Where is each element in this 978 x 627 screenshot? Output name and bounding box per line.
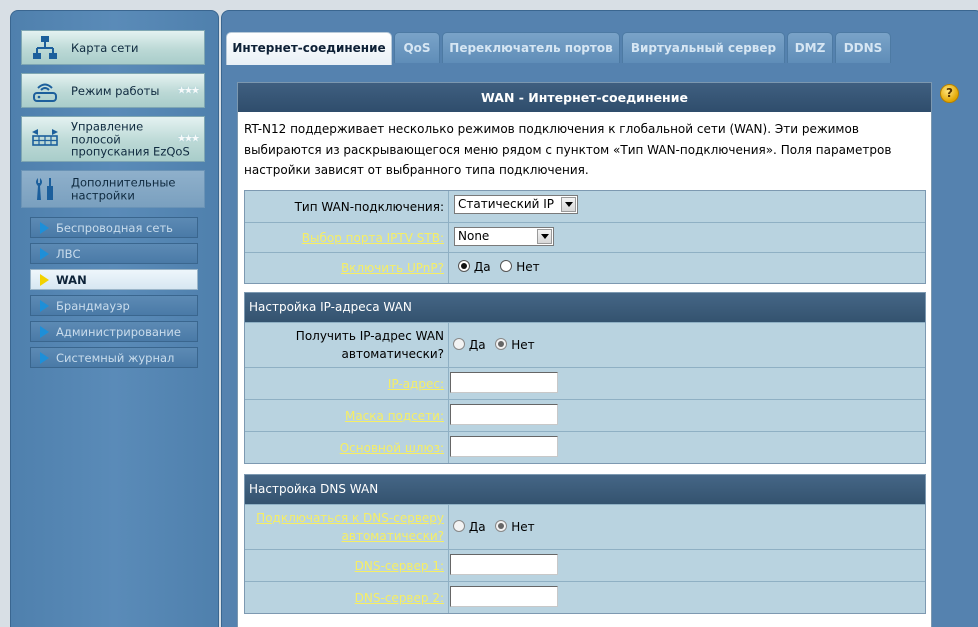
iptv-port-value: None <box>458 229 490 243</box>
dns-auto-label[interactable]: Подключаться к DNS-серверу автоматически? <box>245 505 449 549</box>
submenu-item-administration[interactable]: Администрирование <box>30 321 198 342</box>
menu-item-advanced-settings[interactable]: Дополнительные настройки <box>21 170 205 208</box>
subnet-mask-input[interactable] <box>450 404 558 425</box>
bandwidth-icon <box>32 129 58 146</box>
dns-auto-no-radio[interactable] <box>495 520 508 532</box>
dns1-input[interactable] <box>450 554 558 575</box>
upnp-no-radio[interactable] <box>500 260 513 272</box>
dns2-row: DNS-сервер 2: <box>245 581 925 613</box>
dns1-label[interactable]: DNS-сервер 1: <box>245 550 449 581</box>
radio-label: Да <box>473 260 491 274</box>
radio-label: Да <box>468 338 486 352</box>
menu-item-ezqos[interactable]: Управление полосой пропускания EzQoS ★★★ <box>21 116 205 162</box>
radio-label: Нет <box>511 338 535 352</box>
wan-type-select[interactable]: Статический IP <box>454 195 578 214</box>
tools-icon <box>36 178 53 200</box>
arrow-right-icon <box>40 352 49 364</box>
wan-type-row: Тип WAN-подключения: Статический IP <box>245 191 925 222</box>
wan-ip-settings-table: Настройка IP-адреса WAN Получить IP-адре… <box>244 292 926 464</box>
submenu-label: ЛВС <box>56 247 81 261</box>
submenu-label: Системный журнал <box>56 351 175 365</box>
dns2-label[interactable]: DNS-сервер 2: <box>245 582 449 613</box>
ip-address-label[interactable]: IP-адрес: <box>245 368 449 399</box>
dns-section-header: Настройка DNS WAN <box>245 475 925 504</box>
general-settings-table: Тип WAN-подключения: Статический IP Выбо… <box>244 190 926 284</box>
radio-label: Нет <box>511 520 535 534</box>
submenu-label: WAN <box>56 273 87 287</box>
arrow-right-icon <box>40 274 49 286</box>
arrow-right-icon <box>40 326 49 338</box>
menu-item-label: Дополнительные настройки <box>71 175 176 202</box>
gateway-input[interactable] <box>450 436 558 457</box>
wan-ip-auto-label: Получить IP-адрес WAN автоматически? <box>245 323 449 367</box>
submenu-item-lan[interactable]: ЛВС <box>30 243 198 264</box>
router-icon <box>33 83 57 102</box>
menu-item-operation-mode[interactable]: Режим работы ★★★ <box>21 73 205 108</box>
submenu-item-system-log[interactable]: Системный журнал <box>30 347 198 368</box>
ip-address-row: IP-адрес: <box>245 367 925 399</box>
menu-item-label: Карта сети <box>71 40 139 55</box>
radio-label: Да <box>468 520 486 534</box>
submenu-label: Администрирование <box>56 325 181 339</box>
wan-ip-section-header: Настройка IP-адреса WAN <box>245 293 925 322</box>
subnet-mask-label[interactable]: Маска подсети: <box>245 400 449 431</box>
router-admin-page: Карта сети Режим работы ★★★ Управление п… <box>0 0 978 627</box>
tab-dmz[interactable]: DMZ <box>787 32 833 63</box>
tab-port-switch[interactable]: Переключатель портов <box>442 32 620 63</box>
network-map-icon <box>33 35 57 59</box>
dns-settings-table: Настройка DNS WAN Подключаться к DNS-сер… <box>244 474 926 614</box>
wan-type-label: Тип WAN-подключения: <box>245 191 449 222</box>
ip-address-input[interactable] <box>450 372 558 393</box>
wan-ip-auto-no-radio[interactable] <box>495 338 508 350</box>
submenu-item-wireless[interactable]: Беспроводная сеть <box>30 217 198 238</box>
gateway-row: Основной шлюз: <box>245 431 925 463</box>
dns-auto-radio-group: Да Нет <box>453 520 541 534</box>
wan-ip-auto-yes-radio[interactable] <box>453 338 465 350</box>
wan-type-value: Статический IP <box>458 197 555 211</box>
iptv-port-label[interactable]: Выбор порта IPTV STB: <box>245 223 449 252</box>
menu-item-label: Режим работы <box>71 83 160 98</box>
wan-ip-auto-radio-group: Да Нет <box>453 338 541 352</box>
tab-virtual-server[interactable]: Виртуальный сервер <box>622 32 785 63</box>
chevron-down-icon <box>537 229 552 244</box>
upnp-yes-radio[interactable] <box>458 260 470 272</box>
content-area: WAN - Интернет-соединение RT-N12 поддерж… <box>237 82 932 627</box>
arrow-right-icon <box>40 300 49 312</box>
upnp-row: Включить UPnP? Да Нет <box>245 252 925 283</box>
sidebar: Карта сети Режим работы ★★★ Управление п… <box>10 10 219 627</box>
iptv-port-select[interactable]: None <box>454 227 554 246</box>
arrow-right-icon <box>40 222 49 234</box>
upnp-label[interactable]: Включить UPnP? <box>245 253 449 283</box>
wan-ip-auto-row: Получить IP-адрес WAN автоматически? Да Н… <box>245 322 925 367</box>
dns-auto-yes-radio[interactable] <box>453 520 465 532</box>
menu-item-network-map[interactable]: Карта сети <box>21 30 205 65</box>
radio-label: Нет <box>516 260 540 274</box>
gateway-label[interactable]: Основной шлюз: <box>245 432 449 463</box>
page-title: WAN - Интернет-соединение <box>238 83 931 112</box>
submenu-item-wan[interactable]: WAN <box>30 269 198 290</box>
iptv-port-row: Выбор порта IPTV STB: None <box>245 222 925 252</box>
submenu-label: Беспроводная сеть <box>56 221 173 235</box>
upnp-radio-group: Да Нет <box>458 260 546 274</box>
menu-item-label: Управление полосой пропускания EzQoS <box>71 119 190 159</box>
main-panel: Интернет-соединение QoS Переключатель по… <box>221 10 978 627</box>
dns2-input[interactable] <box>450 586 558 607</box>
tab-ddns[interactable]: DDNS <box>835 32 891 63</box>
help-icon[interactable]: ? <box>940 84 959 103</box>
stars-decoration-icon: ★★★ <box>177 85 200 96</box>
stars-decoration-icon: ★★★ <box>177 133 200 145</box>
dns1-row: DNS-сервер 1: <box>245 549 925 581</box>
submenu-label: Брандмауэр <box>56 299 130 313</box>
page-description: RT-N12 поддерживает несколько режимов по… <box>244 122 892 177</box>
tab-qos[interactable]: QoS <box>394 32 440 63</box>
dns-auto-row: Подключаться к DNS-серверу автоматически?… <box>245 504 925 549</box>
chevron-down-icon <box>561 197 576 212</box>
submenu-item-firewall[interactable]: Брандмауэр <box>30 295 198 316</box>
tab-internet-connection[interactable]: Интернет-соединение <box>226 32 392 65</box>
arrow-right-icon <box>40 248 49 260</box>
subnet-mask-row: Маска подсети: <box>245 399 925 431</box>
